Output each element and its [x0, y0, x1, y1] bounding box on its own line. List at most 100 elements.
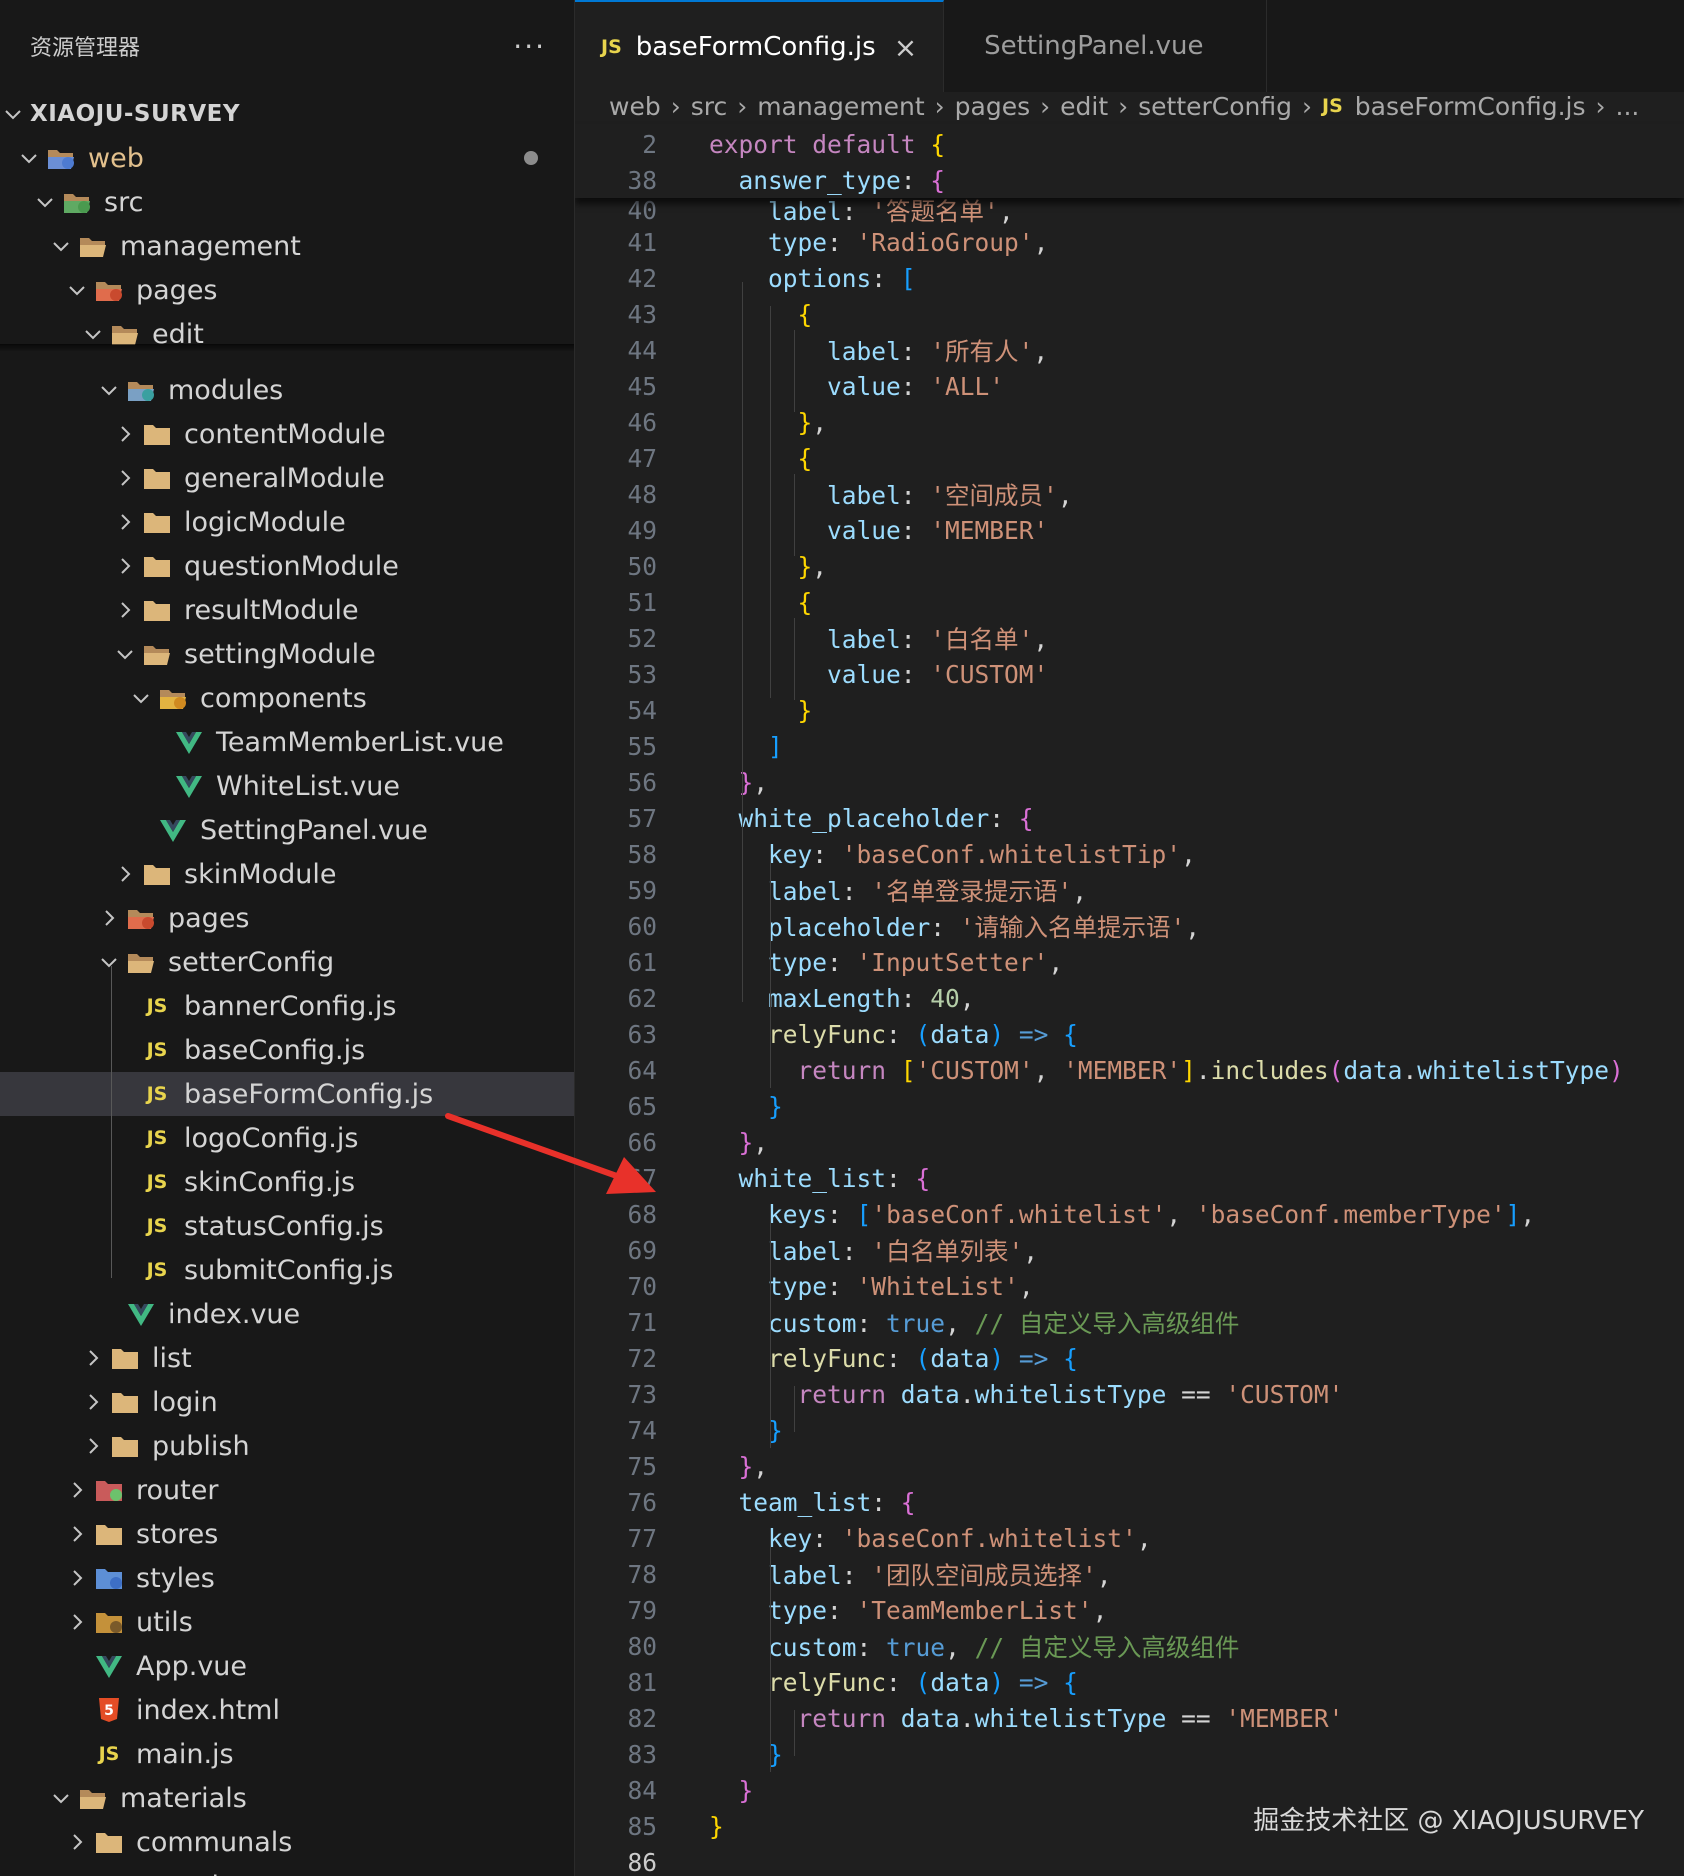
- code-text: label: '白名单列表',: [709, 1233, 1038, 1268]
- tree-item-generalmodule[interactable]: generalModule: [0, 456, 574, 500]
- tree-item-label: list: [152, 1342, 192, 1374]
- line-number: 79: [627, 1595, 657, 1625]
- tree-item-logicmodule[interactable]: logicModule: [0, 500, 574, 544]
- code-token: =>: [1018, 1019, 1049, 1049]
- breadcrumb-item[interactable]: edit: [1060, 92, 1108, 121]
- tree-item-submitconfig-js[interactable]: JS submitConfig.js: [0, 1248, 574, 1292]
- folder-icon: [142, 861, 172, 887]
- code-token: true: [886, 1308, 946, 1338]
- indent-guide: [770, 1206, 771, 1448]
- tree-item-baseformconfig-js[interactable]: JS baseFormConfig.js: [0, 1072, 574, 1116]
- tree-item-styles[interactable]: styles: [0, 1556, 574, 1600]
- tree-item-questions[interactable]: questions: [0, 1864, 574, 1876]
- code-token: ,: [1096, 1560, 1112, 1590]
- tree-item-pages[interactable]: pages: [0, 268, 574, 312]
- tree-item-utils[interactable]: utils: [0, 1600, 574, 1644]
- tree-item-communals[interactable]: communals: [0, 1820, 574, 1864]
- breadcrumb-item[interactable]: management: [757, 92, 924, 121]
- chevron-down-icon: [98, 951, 120, 973]
- code-token: whitelistType: [974, 1379, 1167, 1409]
- tree-item-stores[interactable]: stores: [0, 1512, 574, 1556]
- tree-item-contentmodule[interactable]: contentModule: [0, 412, 574, 456]
- tree-item-index-vue[interactable]: index.vue: [0, 1292, 574, 1336]
- tree-item-list[interactable]: list: [0, 1336, 574, 1380]
- tree-item-settingpanel-vue[interactable]: SettingPanel.vue: [0, 808, 574, 852]
- tree-item-baseconfig-js[interactable]: JS baseConfig.js: [0, 1028, 574, 1072]
- breadcrumb-item[interactable]: web: [609, 92, 661, 121]
- code-token: :: [900, 515, 931, 545]
- tree-item-web[interactable]: web: [0, 136, 574, 180]
- tree-item-bannerconfig-js[interactable]: JS bannerConfig.js: [0, 984, 574, 1028]
- code-token: data: [1343, 1055, 1403, 1085]
- code-token: :: [841, 1560, 872, 1590]
- chevron-down-icon: [114, 643, 136, 665]
- modified-dot: [524, 151, 538, 165]
- tree-item-logoconfig-js[interactable]: JS logoConfig.js: [0, 1116, 574, 1160]
- code-token: '答题名单': [871, 196, 999, 226]
- tree-item-components[interactable]: components: [0, 676, 574, 720]
- tree-item-label: questionModule: [184, 550, 399, 582]
- breadcrumb-item[interactable]: setterConfig: [1138, 92, 1292, 121]
- tree-item-skinmodule[interactable]: skinModule: [0, 852, 574, 896]
- tree-item-settingmodule[interactable]: settingModule: [0, 632, 574, 676]
- breadcrumb-separator-icon: ›: [670, 91, 681, 121]
- tab-label: SettingPanel.vue: [984, 31, 1204, 61]
- close-tab-icon[interactable]: ×: [894, 31, 917, 64]
- tree-item-skinconfig-js[interactable]: JS skinConfig.js: [0, 1160, 574, 1204]
- tree-item-modules[interactable]: modules: [0, 368, 574, 412]
- more-actions-icon[interactable]: ···: [513, 30, 546, 63]
- tree-item-teammemberlist-vue[interactable]: TeamMemberList.vue: [0, 720, 574, 764]
- line-number: 45: [627, 371, 657, 401]
- tree-item-app-vue[interactable]: App.vue: [0, 1644, 574, 1688]
- tree-item-login[interactable]: login: [0, 1380, 574, 1424]
- code-token: {: [915, 1163, 931, 1193]
- tree-item-main-js[interactable]: JS main.js: [0, 1732, 574, 1776]
- code-token: value: [827, 515, 901, 545]
- code-token: ,: [1057, 480, 1073, 510]
- tree-item-setterconfig[interactable]: setterConfig: [0, 940, 574, 984]
- tab-baseformconfig-js[interactable]: JS baseFormConfig.js ×: [575, 0, 945, 92]
- breadcrumb-item[interactable]: baseFormConfig.js: [1355, 92, 1586, 121]
- tree-item-edit[interactable]: edit: [0, 312, 574, 356]
- indent-guide: [770, 306, 771, 698]
- code-token: ,: [1023, 1236, 1039, 1266]
- code-token: =>: [1018, 1343, 1049, 1373]
- tree-item-management[interactable]: management: [0, 224, 574, 268]
- code-text: {: [709, 588, 813, 617]
- code-token: ,: [1033, 1055, 1064, 1085]
- breadcrumb-item[interactable]: pages: [955, 92, 1030, 121]
- tree-item-whitelist-vue[interactable]: WhiteList.vue: [0, 764, 574, 808]
- tree-item-index-html[interactable]: 5 index.html: [0, 1688, 574, 1732]
- code-text: white_placeholder: {: [709, 804, 1034, 833]
- tree-item-pages[interactable]: pages: [0, 896, 574, 940]
- code-line: 65 }: [575, 1088, 1684, 1124]
- tree-item-label: index.vue: [168, 1298, 301, 1330]
- folder-icon: [142, 509, 172, 535]
- tree-item-resultmodule[interactable]: resultModule: [0, 588, 574, 632]
- code-line: 2 export default {: [575, 126, 1684, 162]
- breadcrumb-item[interactable]: ...: [1616, 92, 1640, 121]
- code-token: }: [738, 1127, 754, 1157]
- tree-item-router[interactable]: router: [0, 1468, 574, 1512]
- code-token: :: [871, 1487, 901, 1517]
- tree-item-src[interactable]: src: [0, 180, 574, 224]
- breadcrumb-item[interactable]: src: [691, 92, 728, 121]
- code-token: 'ALL': [930, 371, 1005, 401]
- tab-settingpanel-vue[interactable]: SettingPanel.vue: [944, 0, 1268, 92]
- code-token: key: [768, 1523, 813, 1553]
- code-token: 'CUSTOM': [915, 1055, 1034, 1085]
- tree-item-statusconfig-js[interactable]: JS statusConfig.js: [0, 1204, 574, 1248]
- tree-item-xiaoju-survey[interactable]: XIAOJU-SURVEY: [0, 92, 574, 136]
- code-line: 75 },: [575, 1448, 1684, 1484]
- tree-item-questionmodule[interactable]: questionModule: [0, 544, 574, 588]
- tree-item-materials[interactable]: materials: [0, 1776, 574, 1820]
- tree-item-publish[interactable]: publish: [0, 1424, 574, 1468]
- line-number: 47: [627, 443, 657, 473]
